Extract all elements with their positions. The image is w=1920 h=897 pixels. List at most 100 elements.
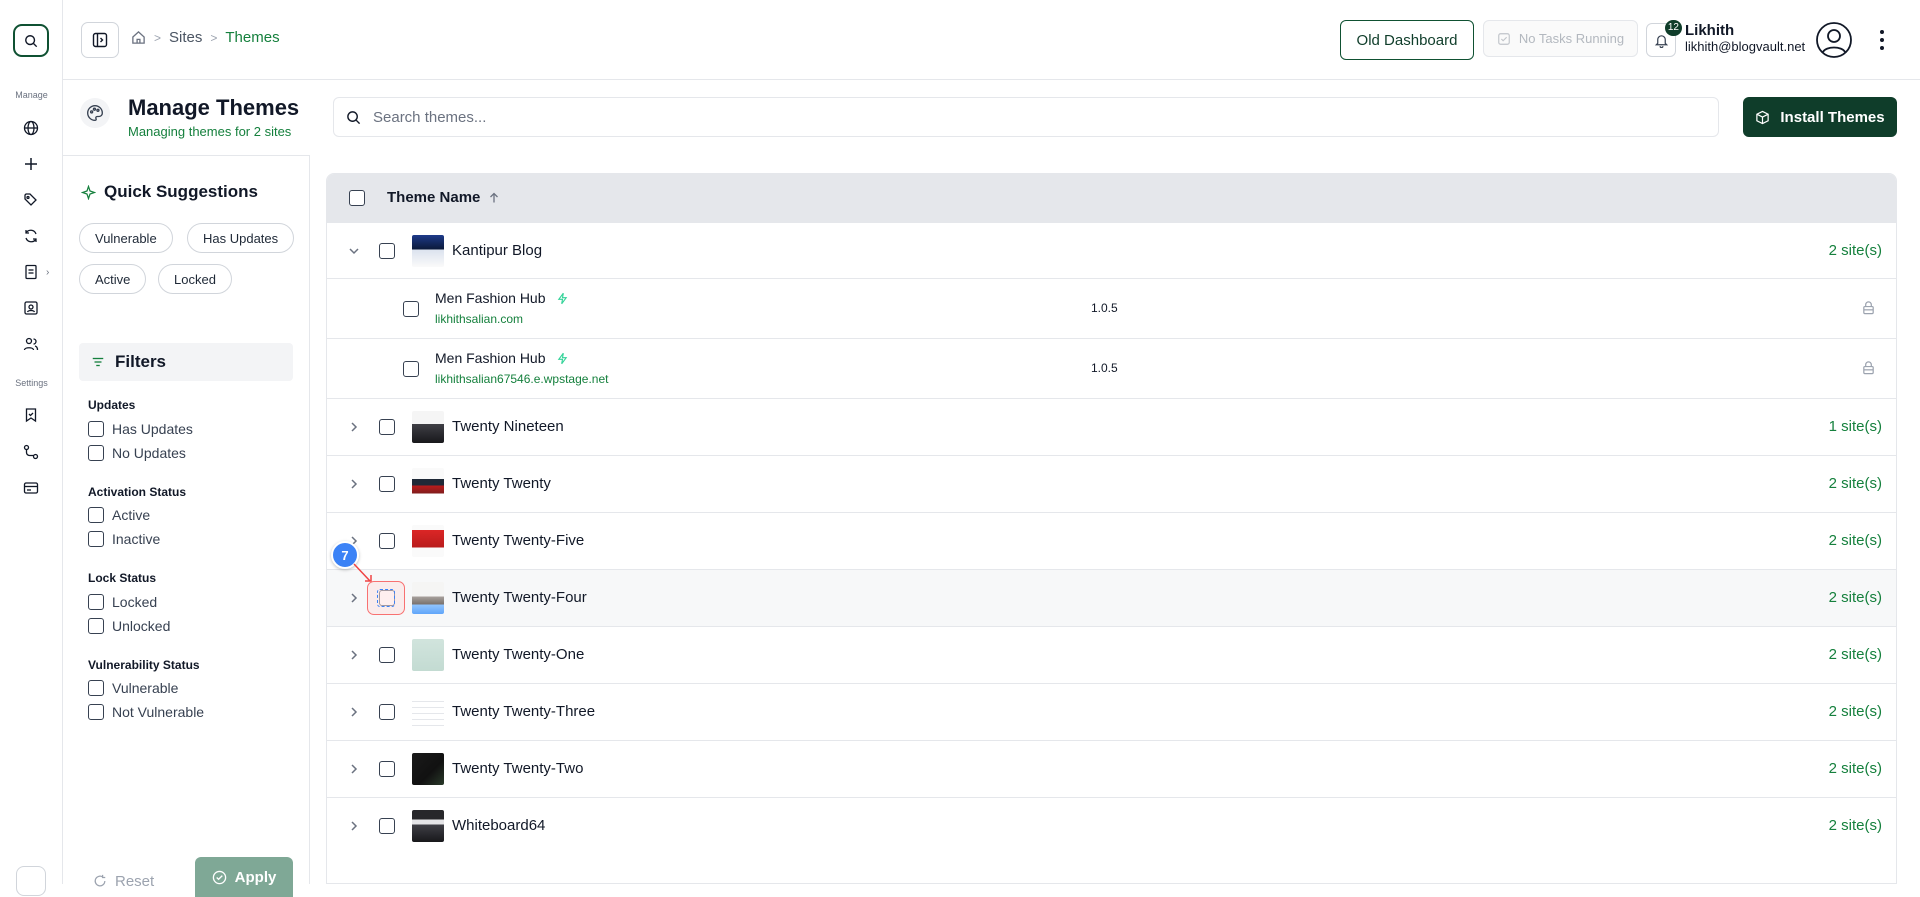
column-header-theme-name[interactable]: Theme Name (387, 189, 500, 206)
filter-no-updates[interactable]: No Updates (88, 445, 186, 461)
chip-locked[interactable]: Locked (158, 264, 232, 294)
site-count[interactable]: 2 site(s) (1829, 817, 1882, 834)
theme-name[interactable]: Kantipur Blog (452, 242, 542, 259)
checkbox[interactable] (88, 618, 104, 634)
table-row[interactable]: Kantipur Blog 2 site(s) (327, 222, 1896, 278)
tags-icon[interactable] (20, 189, 42, 211)
reset-button[interactable]: Reset (93, 866, 154, 896)
filter-vulnerable[interactable]: Vulnerable (88, 680, 178, 696)
table-row[interactable]: Twenty Twenty 2 site(s) (327, 455, 1896, 512)
row-checkbox[interactable] (403, 301, 419, 317)
filter-locked[interactable]: Locked (88, 594, 157, 610)
chevron-right-icon[interactable] (347, 705, 361, 719)
globe-icon[interactable] (20, 117, 42, 139)
chevron-right-icon[interactable] (347, 420, 361, 434)
table-row[interactable]: Twenty Nineteen 1 site(s) (327, 398, 1896, 455)
checkbox[interactable] (88, 680, 104, 696)
theme-name[interactable]: Whiteboard64 (452, 817, 545, 834)
site-url[interactable]: likhithsalian.com (435, 312, 523, 326)
row-checkbox[interactable] (379, 419, 395, 435)
refresh-icon[interactable] (20, 225, 42, 247)
chevron-right-icon[interactable] (347, 762, 361, 776)
chip-has-updates[interactable]: Has Updates (187, 223, 295, 253)
site-count[interactable]: 2 site(s) (1829, 646, 1882, 663)
install-themes-button[interactable]: Install Themes (1743, 97, 1897, 137)
site-count[interactable]: 2 site(s) (1829, 760, 1882, 777)
help-icon[interactable] (16, 866, 46, 896)
site-count[interactable]: 1 site(s) (1829, 418, 1882, 435)
row-checkbox[interactable] (379, 647, 395, 663)
theme-name[interactable]: Twenty Twenty-One (452, 646, 584, 663)
search-input[interactable] (373, 108, 1673, 126)
notifications-button[interactable]: 12 (1646, 20, 1682, 57)
theme-name[interactable]: Twenty Twenty-Four (452, 589, 587, 606)
breadcrumb-themes[interactable]: Themes (225, 29, 279, 46)
filter-not-vulnerable[interactable]: Not Vulnerable (88, 704, 204, 720)
filter-inactive[interactable]: Inactive (88, 531, 160, 547)
chevron-right-icon[interactable] (347, 591, 361, 605)
chip-vulnerable[interactable]: Vulnerable (79, 223, 173, 253)
search-box[interactable] (333, 97, 1719, 137)
chevron-down-icon[interactable] (347, 244, 361, 258)
sort-arrow-up-icon[interactable] (488, 192, 500, 204)
highlighted-row-checkbox[interactable] (367, 581, 405, 615)
app-logo-search-icon[interactable] (13, 24, 49, 57)
table-row[interactable]: Twenty Twenty-Three 2 site(s) (327, 683, 1896, 740)
table-row-child[interactable]: Men Fashion Hub likhithsalian.com 1.0.5 (327, 278, 1896, 338)
row-checkbox[interactable] (379, 476, 395, 492)
route-icon[interactable] (20, 441, 42, 463)
chevron-right-icon[interactable] (347, 477, 361, 491)
lock-icon[interactable] (1861, 300, 1876, 315)
sidebar-toggle-button[interactable] (81, 22, 119, 58)
checkbox[interactable] (88, 445, 104, 461)
row-checkbox[interactable] (379, 818, 395, 834)
breadcrumb-sites[interactable]: Sites (169, 29, 202, 46)
row-checkbox[interactable] (379, 761, 395, 777)
table-row[interactable]: Twenty Twenty-One 2 site(s) (327, 626, 1896, 683)
site-count[interactable]: 2 site(s) (1829, 532, 1882, 549)
home-icon[interactable] (131, 30, 146, 45)
apply-button[interactable]: Apply (195, 857, 293, 897)
site-url[interactable]: likhithsalian67546.e.wpstage.net (435, 372, 608, 386)
table-row[interactable]: Twenty Twenty-Five 2 site(s) (327, 512, 1896, 569)
chevron-right-icon[interactable] (347, 819, 361, 833)
lock-icon[interactable] (1861, 360, 1876, 375)
old-dashboard-button[interactable]: Old Dashboard (1340, 20, 1474, 60)
site-count[interactable]: 2 site(s) (1829, 475, 1882, 492)
chip-active[interactable]: Active (79, 264, 147, 294)
filter-has-updates[interactable]: Has Updates (88, 421, 193, 437)
table-row[interactable]: Twenty Twenty-Four 2 site(s) (327, 569, 1896, 626)
site-count[interactable]: 2 site(s) (1829, 703, 1882, 720)
select-all-checkbox[interactable] (349, 190, 365, 206)
theme-name[interactable]: Twenty Twenty-Three (452, 703, 595, 720)
table-row[interactable]: Twenty Twenty-Two 2 site(s) (327, 740, 1896, 797)
theme-name[interactable]: Twenty Twenty-Five (452, 532, 584, 549)
theme-name[interactable]: Twenty Nineteen (452, 418, 564, 435)
checkbox[interactable] (88, 421, 104, 437)
user-info[interactable]: Likhith likhith@blogvault.net (1685, 23, 1805, 55)
checkbox[interactable] (88, 507, 104, 523)
billing-icon[interactable] (20, 477, 42, 499)
row-checkbox[interactable] (403, 361, 419, 377)
plus-icon[interactable] (20, 153, 42, 175)
row-checkbox[interactable] (379, 533, 395, 549)
checkbox[interactable] (88, 594, 104, 610)
table-row-child[interactable]: Men Fashion Hub likhithsalian67546.e.wps… (327, 338, 1896, 398)
more-menu-icon[interactable] (1875, 27, 1889, 53)
checkbox[interactable] (88, 531, 104, 547)
checkbox[interactable] (88, 704, 104, 720)
theme-name[interactable]: Twenty Twenty (452, 475, 551, 492)
row-checkbox[interactable] (379, 704, 395, 720)
bookmark-icon[interactable] (20, 404, 42, 426)
contacts-icon[interactable] (20, 297, 42, 319)
site-count[interactable]: 2 site(s) (1829, 589, 1882, 606)
reports-icon[interactable] (20, 261, 42, 283)
row-checkbox[interactable] (379, 243, 395, 259)
site-count[interactable]: 2 site(s) (1829, 242, 1882, 259)
theme-name[interactable]: Twenty Twenty-Two (452, 760, 583, 777)
tasks-status-button[interactable]: No Tasks Running (1483, 20, 1638, 57)
filter-unlocked[interactable]: Unlocked (88, 618, 170, 634)
users-icon[interactable] (20, 333, 42, 355)
filter-active[interactable]: Active (88, 507, 150, 523)
avatar[interactable] (1815, 21, 1853, 59)
